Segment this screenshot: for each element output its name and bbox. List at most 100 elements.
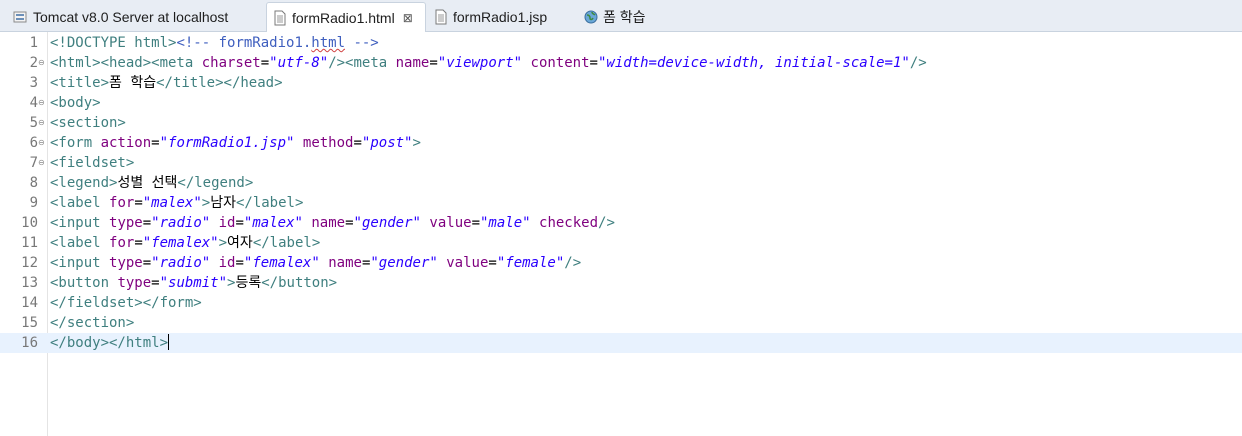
- line-number: 14: [21, 295, 38, 311]
- fold-toggle-icon[interactable]: ⊖: [38, 133, 47, 153]
- fold-toggle-icon[interactable]: ⊖: [38, 53, 47, 73]
- line-number: 6: [29, 135, 38, 151]
- line-number: 10: [21, 215, 38, 231]
- code-token: content: [530, 55, 590, 71]
- code-token: =: [151, 275, 160, 291]
- code-text: <fieldset>: [50, 153, 134, 173]
- code-token: >: [412, 135, 421, 151]
- code-token: name: [311, 215, 346, 231]
- code-text: <button type="submit">등록</button>: [50, 273, 337, 293]
- code-token: <body>: [50, 95, 101, 111]
- line-number: 8: [29, 175, 38, 191]
- code-text: <!DOCTYPE html><!-- formRadio1.html -->: [50, 33, 379, 53]
- code-token: "radio": [151, 255, 211, 271]
- code-token: =: [235, 255, 244, 271]
- code-text: <input type="radio" id="femalex" name="g…: [50, 253, 581, 273]
- code-token: =: [589, 55, 598, 71]
- code-token: 폼 학습: [109, 75, 157, 91]
- code-token: <html><head><meta: [50, 55, 202, 71]
- code-token: action: [100, 135, 152, 151]
- fold-toggle-icon[interactable]: ⊖: [38, 153, 47, 173]
- code-token: <legend>: [50, 175, 118, 191]
- code-token: "width=device-width, initial-scale=1": [597, 55, 910, 71]
- code-token: />: [598, 215, 615, 231]
- code-token: <button: [50, 275, 118, 291]
- tab-browser-preview[interactable]: 폼 학습: [578, 3, 646, 31]
- code-token: </legend>: [177, 175, 254, 191]
- code-token: </label>: [235, 195, 304, 211]
- tab-formradio1-html[interactable]: formRadio1.html ⊠: [266, 2, 426, 32]
- code-line[interactable]: [0, 313, 1242, 333]
- code-token: <fieldset>: [50, 155, 135, 171]
- code-token: />: [909, 55, 927, 71]
- code-line[interactable]: [0, 113, 1242, 133]
- code-token: "formRadio1.jsp": [159, 135, 295, 151]
- code-token: value: [429, 215, 472, 231]
- tab-formradio1-jsp[interactable]: formRadio1.jsp: [428, 3, 547, 31]
- code-text: <section>: [50, 113, 126, 133]
- code-token: for: [109, 195, 135, 211]
- line-number: 9: [29, 195, 38, 211]
- code-token: html: [311, 35, 346, 51]
- code-token: 여자: [227, 235, 253, 251]
- globe-icon: [584, 10, 598, 24]
- code-token: "radio": [151, 215, 211, 231]
- code-token: "utf-8": [269, 55, 329, 71]
- code-token: "gender": [370, 255, 438, 271]
- code-line[interactable]: [0, 153, 1242, 173]
- code-text: </body></html>: [50, 333, 170, 353]
- line-number: 12: [21, 255, 38, 271]
- line-number: 11: [21, 235, 38, 251]
- code-line[interactable]: [0, 333, 1242, 353]
- code-token: name: [395, 55, 430, 71]
- code-token: type: [109, 215, 143, 231]
- code-token: =: [134, 195, 143, 211]
- line-number: 7: [29, 155, 38, 171]
- code-token: 등록: [235, 275, 262, 291]
- code-token: <section>: [50, 115, 126, 131]
- code-token: <!-- formRadio1.: [176, 35, 312, 51]
- code-editor[interactable]: 1 <!DOCTYPE html><!-- formRadio1.html -->…: [0, 32, 1242, 436]
- tab-label: 폼 학습: [603, 9, 646, 25]
- code-line[interactable]: [0, 93, 1242, 113]
- line-number: 15: [21, 315, 38, 331]
- line-number: 1: [29, 35, 38, 51]
- code-token: for: [109, 235, 135, 251]
- code-token: </section>: [50, 315, 135, 331]
- code-token: "male": [480, 215, 531, 231]
- tab-label: formRadio1.html: [292, 9, 395, 26]
- code-text: </section>: [50, 313, 134, 333]
- code-token: =: [260, 55, 270, 71]
- line-number: 4: [29, 95, 38, 111]
- code-token: </button>: [261, 275, 338, 291]
- code-token: =: [353, 135, 362, 151]
- text-caret: [168, 334, 170, 350]
- line-number: 2: [29, 55, 38, 71]
- line-number: 5: [29, 115, 38, 131]
- code-token: <title>: [50, 75, 110, 91]
- code-token: id: [218, 255, 236, 271]
- code-token: </label>: [252, 235, 321, 251]
- code-token: =: [235, 215, 244, 231]
- tab-tomcat-server[interactable]: Tomcat v8.0 Server at localhost: [6, 3, 228, 31]
- code-token: "post": [361, 135, 413, 151]
- code-token: "femalex": [142, 235, 219, 251]
- code-token: method: [302, 135, 354, 151]
- code-token: <form: [50, 135, 101, 151]
- fold-toggle-icon[interactable]: ⊖: [38, 93, 47, 113]
- code-text: </fieldset></form>: [50, 293, 202, 313]
- close-icon[interactable]: ⊠: [403, 11, 413, 25]
- code-token: />: [564, 255, 582, 271]
- tab-label: formRadio1.jsp: [453, 9, 548, 25]
- code-text: <input type="radio" id="malex" name="gen…: [50, 213, 615, 233]
- code-token: type: [117, 275, 152, 291]
- fold-toggle-icon[interactable]: ⊖: [38, 113, 47, 133]
- server-icon: [12, 9, 28, 25]
- code-token: 남자: [210, 195, 236, 211]
- editor-tab-bar: Tomcat v8.0 Server at localhost formRadi…: [0, 0, 1242, 32]
